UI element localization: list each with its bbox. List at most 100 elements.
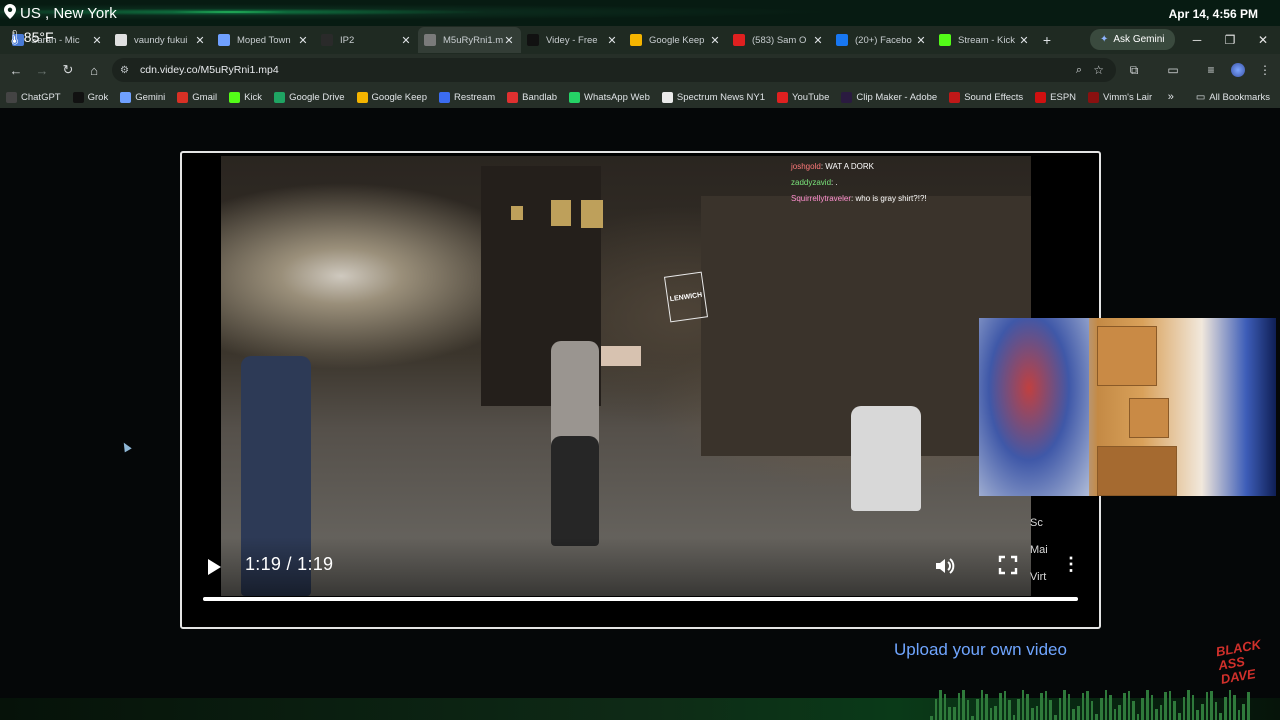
close-tab-icon[interactable]: ✕ xyxy=(194,34,206,47)
tab-7[interactable]: (583) Sam O ✕ xyxy=(727,27,830,53)
bookmark-3[interactable]: Gmail xyxy=(177,91,217,103)
chat-message: zaddyzavid: . xyxy=(791,175,927,191)
more-options-icon[interactable]: ⋮ xyxy=(1062,554,1080,576)
bookmark-label: WhatsApp Web xyxy=(584,91,650,103)
visualizer-bar xyxy=(934,699,938,720)
close-tab-icon[interactable]: ✕ xyxy=(1018,34,1030,47)
visualizer-bar xyxy=(1072,708,1075,720)
close-tab-icon[interactable]: ✕ xyxy=(91,34,103,47)
bookmark-star-icon[interactable]: ☆ xyxy=(1093,63,1104,77)
close-tab-icon[interactable]: ✕ xyxy=(400,34,412,47)
bookmark-7[interactable]: Restream xyxy=(438,91,495,103)
close-tab-icon[interactable]: ✕ xyxy=(297,34,309,47)
stream-chat: joshgold: WAT A DORK zaddyzavid: . Squirre… xyxy=(791,159,927,207)
play-icon[interactable] xyxy=(206,558,226,578)
visualizer-bar xyxy=(1228,690,1232,720)
close-tab-icon[interactable]: ✕ xyxy=(503,34,515,47)
tab-1[interactable]: vaundy fukui ✕ xyxy=(109,27,212,53)
maximize-button[interactable]: ❐ xyxy=(1214,26,1246,54)
more-bookmarks-icon[interactable]: » xyxy=(1168,91,1174,103)
visualizer-bar xyxy=(1063,690,1066,720)
progress-bar[interactable] xyxy=(203,597,1078,601)
close-tab-icon[interactable]: ✕ xyxy=(812,34,824,47)
tab-6[interactable]: Google Keep ✕ xyxy=(624,27,727,53)
bookmark-10[interactable]: Spectrum News NY1 xyxy=(661,91,766,103)
all-bookmarks-link[interactable]: All Bookmarks xyxy=(1209,92,1270,103)
bookmark-4[interactable]: Kick xyxy=(229,91,262,103)
desktop-top-strip xyxy=(0,0,1280,26)
visualizer-bar xyxy=(994,706,997,720)
back-icon[interactable]: ← xyxy=(3,63,29,78)
bookmark-5[interactable]: Google Drive xyxy=(274,91,345,103)
bookmark-label: Sound Effects xyxy=(964,91,1024,103)
tab-strip: Sarah - Mic ✕ vaundy fukui ✕ Moped Town ✕ IP2 ✕… xyxy=(0,27,1036,53)
site-info-icon[interactable]: ⚙ xyxy=(120,65,134,76)
tab-2[interactable]: Moped Town ✕ xyxy=(212,27,315,53)
visualizer-bar xyxy=(939,690,942,720)
bookmark-8[interactable]: Bandlab xyxy=(507,91,557,103)
bookmark-2[interactable]: Gemini xyxy=(120,91,165,103)
bookmark-0[interactable]: ChatGPT xyxy=(6,91,61,103)
tab-9[interactable]: Stream - Kick ✕ xyxy=(933,27,1036,53)
visualizer-bar xyxy=(1127,690,1131,720)
minimize-button[interactable]: ─ xyxy=(1181,26,1213,54)
close-tab-icon[interactable]: ✕ xyxy=(915,34,927,47)
bookmark-11[interactable]: YouTube xyxy=(777,91,829,103)
bookmark-14[interactable]: ESPN xyxy=(1035,91,1077,103)
visualizer-bar xyxy=(1205,692,1209,720)
tab-3[interactable]: IP2 ✕ xyxy=(315,27,418,53)
forward-icon[interactable]: → xyxy=(29,63,55,78)
new-tab-button[interactable]: + xyxy=(1036,32,1058,48)
volume-icon[interactable] xyxy=(934,555,956,577)
profile-avatar[interactable] xyxy=(1230,62,1246,78)
visualizer-bar xyxy=(1233,695,1236,720)
google-icon xyxy=(115,34,127,46)
temperature-text: 85°F xyxy=(23,29,54,45)
chat-message: Squirrellytraveler: who is gray shirt?!?… xyxy=(791,191,927,207)
visualizer-bar xyxy=(1026,694,1030,720)
visualizer-bar xyxy=(1242,704,1245,720)
ask-gemini-button[interactable]: ✦ Ask Gemini xyxy=(1090,29,1175,50)
kitchen-cabinet xyxy=(1097,326,1157,386)
bookmark-1[interactable]: Grok xyxy=(72,91,108,103)
reload-icon[interactable]: ↻ xyxy=(55,62,81,78)
bookmark-label: Vimm's Lair xyxy=(1103,91,1153,103)
visualizer-bar xyxy=(980,690,984,720)
kick-icon xyxy=(229,91,241,103)
close-window-button[interactable]: ✕ xyxy=(1247,26,1279,54)
close-tab-icon[interactable]: ✕ xyxy=(709,34,721,47)
tab-4[interactable]: M5uRyRni1.m ✕ xyxy=(418,27,521,53)
visualizer-bar xyxy=(1008,699,1011,720)
media-controls-icon[interactable]: ≡ xyxy=(1203,62,1219,78)
chat-username: joshgold xyxy=(791,162,821,171)
extensions-icon[interactable]: ⧉ xyxy=(1126,62,1142,78)
bookmark-13[interactable]: Sound Effects xyxy=(949,91,1024,103)
upload-link[interactable]: Upload your own video xyxy=(894,640,1067,660)
home-icon[interactable]: ⌂ xyxy=(81,63,107,78)
tab-bar: Sarah - Mic ✕ vaundy fukui ✕ Moped Town ✕ IP2 ✕… xyxy=(0,26,1280,54)
cast-icon[interactable]: ▭ xyxy=(1165,62,1181,78)
video-player[interactable]: LENWICH joshgold: WAT A DORK zaddyzavid: … xyxy=(180,151,1101,629)
visualizer-bar xyxy=(1196,709,1200,720)
zoom-icon[interactable]: ⌕ xyxy=(1076,64,1082,77)
visualizer-bar xyxy=(1095,714,1098,720)
chat-text: : WAT A DORK xyxy=(820,162,875,171)
fullscreen-icon[interactable] xyxy=(998,555,1020,577)
visualizer-bar xyxy=(1246,692,1250,720)
bookmark-12[interactable]: Clip Maker - Adobe xyxy=(841,91,937,103)
bookmark-label: ESPN xyxy=(1050,91,1077,103)
side-fragment: Virt xyxy=(1030,571,1047,583)
tab-8[interactable]: (20+) Facebo ✕ xyxy=(830,27,933,53)
bookmark-6[interactable]: Google Keep xyxy=(356,91,427,103)
bookmark-label: Spectrum News NY1 xyxy=(676,91,766,103)
tab-5[interactable]: Videy - Free ✕ xyxy=(521,27,624,53)
bookmark-9[interactable]: WhatsApp Web xyxy=(569,91,650,103)
menu-icon[interactable]: ⋮ xyxy=(1257,62,1273,78)
close-tab-icon[interactable]: ✕ xyxy=(606,34,618,47)
visualizer-bar xyxy=(1003,690,1007,720)
bookmark-15[interactable]: Vimm's Lair xyxy=(1088,91,1153,103)
bookmark-label: Google Keep xyxy=(371,91,427,103)
url-field[interactable]: ⚙ cdn.videy.co/M5uRyRni1.mp4 ⌕ ☆ xyxy=(112,58,1116,82)
chat-text: : who is gray shirt?!?! xyxy=(851,194,927,203)
side-fragment: Sc xyxy=(1030,517,1043,529)
